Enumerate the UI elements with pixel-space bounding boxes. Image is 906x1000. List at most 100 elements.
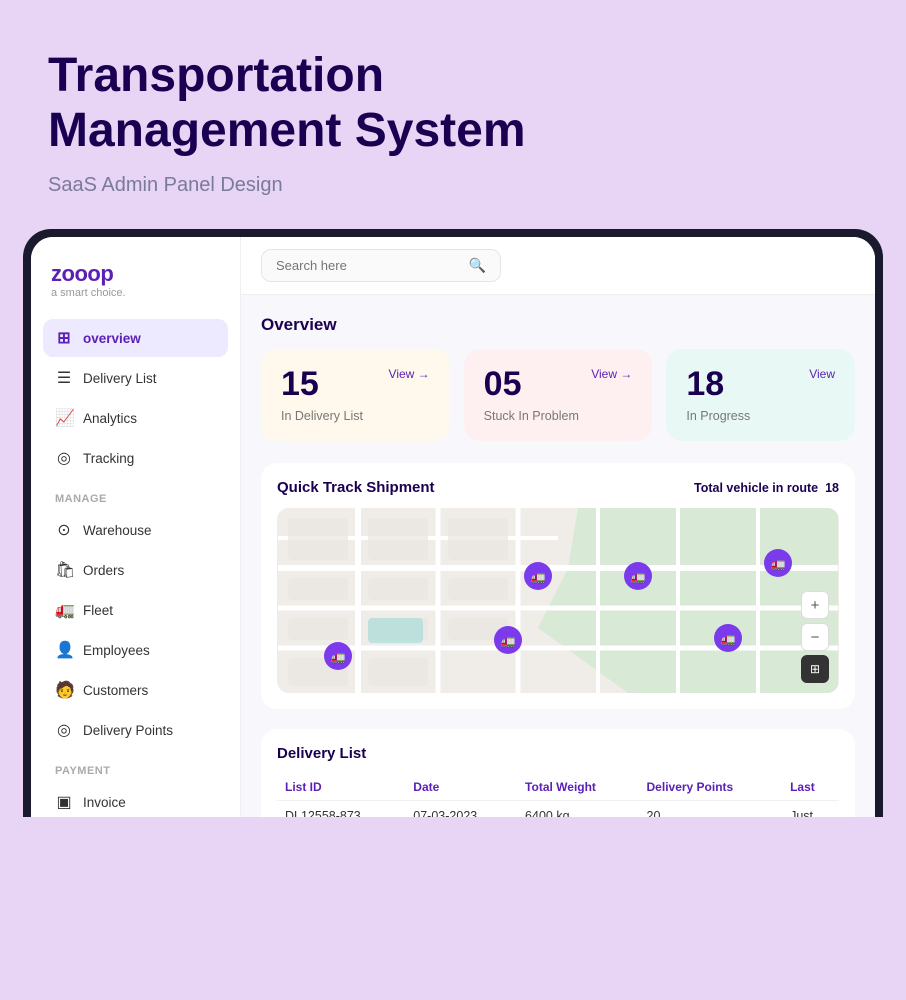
device-frame: zooop a smart choice. ⊞ overview ☰ Deliv… bbox=[23, 229, 883, 817]
nav-item-customers[interactable]: 🧑 Customers bbox=[43, 671, 228, 709]
customers-icon: 🧑 bbox=[55, 680, 73, 700]
col-last: Last bbox=[782, 774, 839, 801]
zoom-out-button[interactable]: − bbox=[801, 623, 829, 651]
overview-icon: ⊞ bbox=[55, 328, 73, 348]
topbar: 🔍 bbox=[241, 237, 875, 295]
map-section-header: Quick Track Shipment Total vehicle in ro… bbox=[277, 479, 839, 496]
nav-item-fleet-label: Fleet bbox=[83, 603, 113, 618]
stat-stuck-label: Stuck In Problem bbox=[484, 409, 633, 423]
nav-item-invoice[interactable]: ▣ Invoice bbox=[43, 783, 228, 817]
cell-last: Just bbox=[782, 801, 839, 818]
nav-item-orders[interactable]: 🛍 Orders bbox=[43, 551, 228, 589]
table-header-row: List ID Date Total Weight Delivery Point… bbox=[277, 774, 839, 801]
invoice-icon: ▣ bbox=[55, 792, 73, 812]
search-icon: 🔍 bbox=[469, 257, 486, 274]
orders-icon: 🛍 bbox=[55, 560, 73, 580]
nav-item-employees[interactable]: 👤 Employees bbox=[43, 631, 228, 669]
hero-section: TransportationManagement System SaaS Adm… bbox=[0, 0, 906, 197]
search-input[interactable] bbox=[276, 258, 461, 273]
map-section-title: Quick Track Shipment bbox=[277, 479, 435, 496]
employees-icon: 👤 bbox=[55, 640, 73, 660]
logo-tagline: a smart choice. bbox=[51, 287, 220, 299]
stat-progress-view-link[interactable]: View bbox=[809, 367, 835, 381]
stat-card-delivery-header: 15 View → bbox=[281, 367, 430, 401]
hero-title: TransportationManagement System bbox=[48, 48, 858, 158]
delivery-table: List ID Date Total Weight Delivery Point… bbox=[277, 774, 839, 817]
stat-card-stuck-header: 05 View → bbox=[484, 367, 633, 401]
svg-text:🚛: 🚛 bbox=[531, 570, 546, 584]
app-shell: zooop a smart choice. ⊞ overview ☰ Deliv… bbox=[31, 237, 875, 817]
warehouse-icon: ⊙ bbox=[55, 520, 73, 540]
nav-item-overview[interactable]: ⊞ overview bbox=[43, 319, 228, 357]
nav-item-invoice-label: Invoice bbox=[83, 795, 126, 810]
delivery-section: Delivery List List ID Date Total Weight … bbox=[261, 729, 855, 817]
svg-text:🚛: 🚛 bbox=[771, 557, 786, 571]
hero-subtitle: SaaS Admin Panel Design bbox=[48, 174, 858, 197]
svg-text:🚛: 🚛 bbox=[631, 570, 646, 584]
fleet-icon: 🚛 bbox=[55, 600, 73, 620]
map-zoom-controls: + − ⊞ bbox=[801, 591, 829, 683]
device-inner: zooop a smart choice. ⊞ overview ☰ Deliv… bbox=[31, 237, 875, 817]
svg-text:🚛: 🚛 bbox=[331, 650, 346, 664]
sidebar: zooop a smart choice. ⊞ overview ☰ Deliv… bbox=[31, 237, 241, 817]
zoom-in-button[interactable]: + bbox=[801, 591, 829, 619]
stat-card-stuck: 05 View → Stuck In Problem bbox=[464, 349, 653, 441]
nav-item-customers-label: Customers bbox=[83, 683, 148, 698]
cell-weight: 6400 kg bbox=[517, 801, 638, 818]
logo-area: zooop a smart choice. bbox=[43, 257, 228, 319]
nav-item-orders-label: Orders bbox=[83, 563, 124, 578]
svg-text:🚛: 🚛 bbox=[501, 634, 516, 648]
table-row: DL12558-873 07-03-2023 6400 kg 20 Just bbox=[277, 801, 839, 818]
nav-item-tracking[interactable]: ◎ Tracking bbox=[43, 439, 228, 477]
delivery-list-icon: ☰ bbox=[55, 368, 73, 388]
stat-stuck-number: 05 bbox=[484, 367, 522, 401]
col-date: Date bbox=[405, 774, 517, 801]
search-box[interactable]: 🔍 bbox=[261, 249, 501, 282]
map-vehicle-count-label: Total vehicle in route bbox=[694, 481, 818, 495]
map-svg: 🚛 🚛 🚛 🚛 bbox=[277, 508, 839, 693]
cell-list-id: DL12558-873 bbox=[277, 801, 405, 818]
tracking-icon: ◎ bbox=[55, 448, 73, 468]
map-layers-button[interactable]: ⊞ bbox=[801, 655, 829, 683]
nav-item-delivery-points[interactable]: ◎ Delivery Points bbox=[43, 711, 228, 749]
stat-card-progress-header: 18 View bbox=[686, 367, 835, 401]
svg-text:🚛: 🚛 bbox=[721, 632, 736, 646]
analytics-icon: 📈 bbox=[55, 408, 73, 428]
nav-item-warehouse[interactable]: ⊙ Warehouse bbox=[43, 511, 228, 549]
nav-item-delivery-points-label: Delivery Points bbox=[83, 723, 173, 738]
col-total-weight: Total Weight bbox=[517, 774, 638, 801]
delivery-list-title: Delivery List bbox=[277, 745, 839, 762]
manage-section-label: Manage bbox=[43, 479, 228, 511]
main-content: 🔍 Overview 15 View → In D bbox=[241, 237, 875, 817]
map-container: 🚛 🚛 🚛 🚛 bbox=[277, 508, 839, 693]
nav-item-warehouse-label: Warehouse bbox=[83, 523, 152, 538]
nav-item-analytics[interactable]: 📈 Analytics bbox=[43, 399, 228, 437]
stat-delivery-label: In Delivery List bbox=[281, 409, 430, 423]
stat-progress-label: In Progress bbox=[686, 409, 835, 423]
nav-item-employees-label: Employees bbox=[83, 643, 150, 658]
map-vehicle-count: Total vehicle in route 18 bbox=[694, 481, 839, 495]
nav-item-fleet[interactable]: 🚛 Fleet bbox=[43, 591, 228, 629]
delivery-points-icon: ◎ bbox=[55, 720, 73, 740]
stat-progress-number: 18 bbox=[686, 367, 724, 401]
page-body: Overview 15 View → In Delivery List bbox=[241, 295, 875, 817]
cell-date: 07-03-2023 bbox=[405, 801, 517, 818]
map-vehicle-count-number: 18 bbox=[825, 481, 839, 495]
stat-card-delivery: 15 View → In Delivery List bbox=[261, 349, 450, 441]
col-list-id: List ID bbox=[277, 774, 405, 801]
nav-item-overview-label: overview bbox=[83, 331, 141, 346]
stat-card-progress: 18 View In Progress bbox=[666, 349, 855, 441]
nav-item-analytics-label: Analytics bbox=[83, 411, 137, 426]
stat-stuck-view-link[interactable]: View → bbox=[591, 367, 632, 381]
col-delivery-points: Delivery Points bbox=[639, 774, 783, 801]
logo-name: zooop bbox=[51, 261, 220, 287]
nav-item-delivery-list-label: Delivery List bbox=[83, 371, 157, 386]
stat-cards: 15 View → In Delivery List 05 View → Stu… bbox=[261, 349, 855, 441]
overview-title: Overview bbox=[261, 315, 855, 335]
payment-section-label: Payment bbox=[43, 751, 228, 783]
stat-delivery-number: 15 bbox=[281, 367, 319, 401]
nav-item-delivery-list[interactable]: ☰ Delivery List bbox=[43, 359, 228, 397]
map-section: Quick Track Shipment Total vehicle in ro… bbox=[261, 463, 855, 709]
nav-item-tracking-label: Tracking bbox=[83, 451, 134, 466]
stat-delivery-view-link[interactable]: View → bbox=[389, 367, 430, 381]
